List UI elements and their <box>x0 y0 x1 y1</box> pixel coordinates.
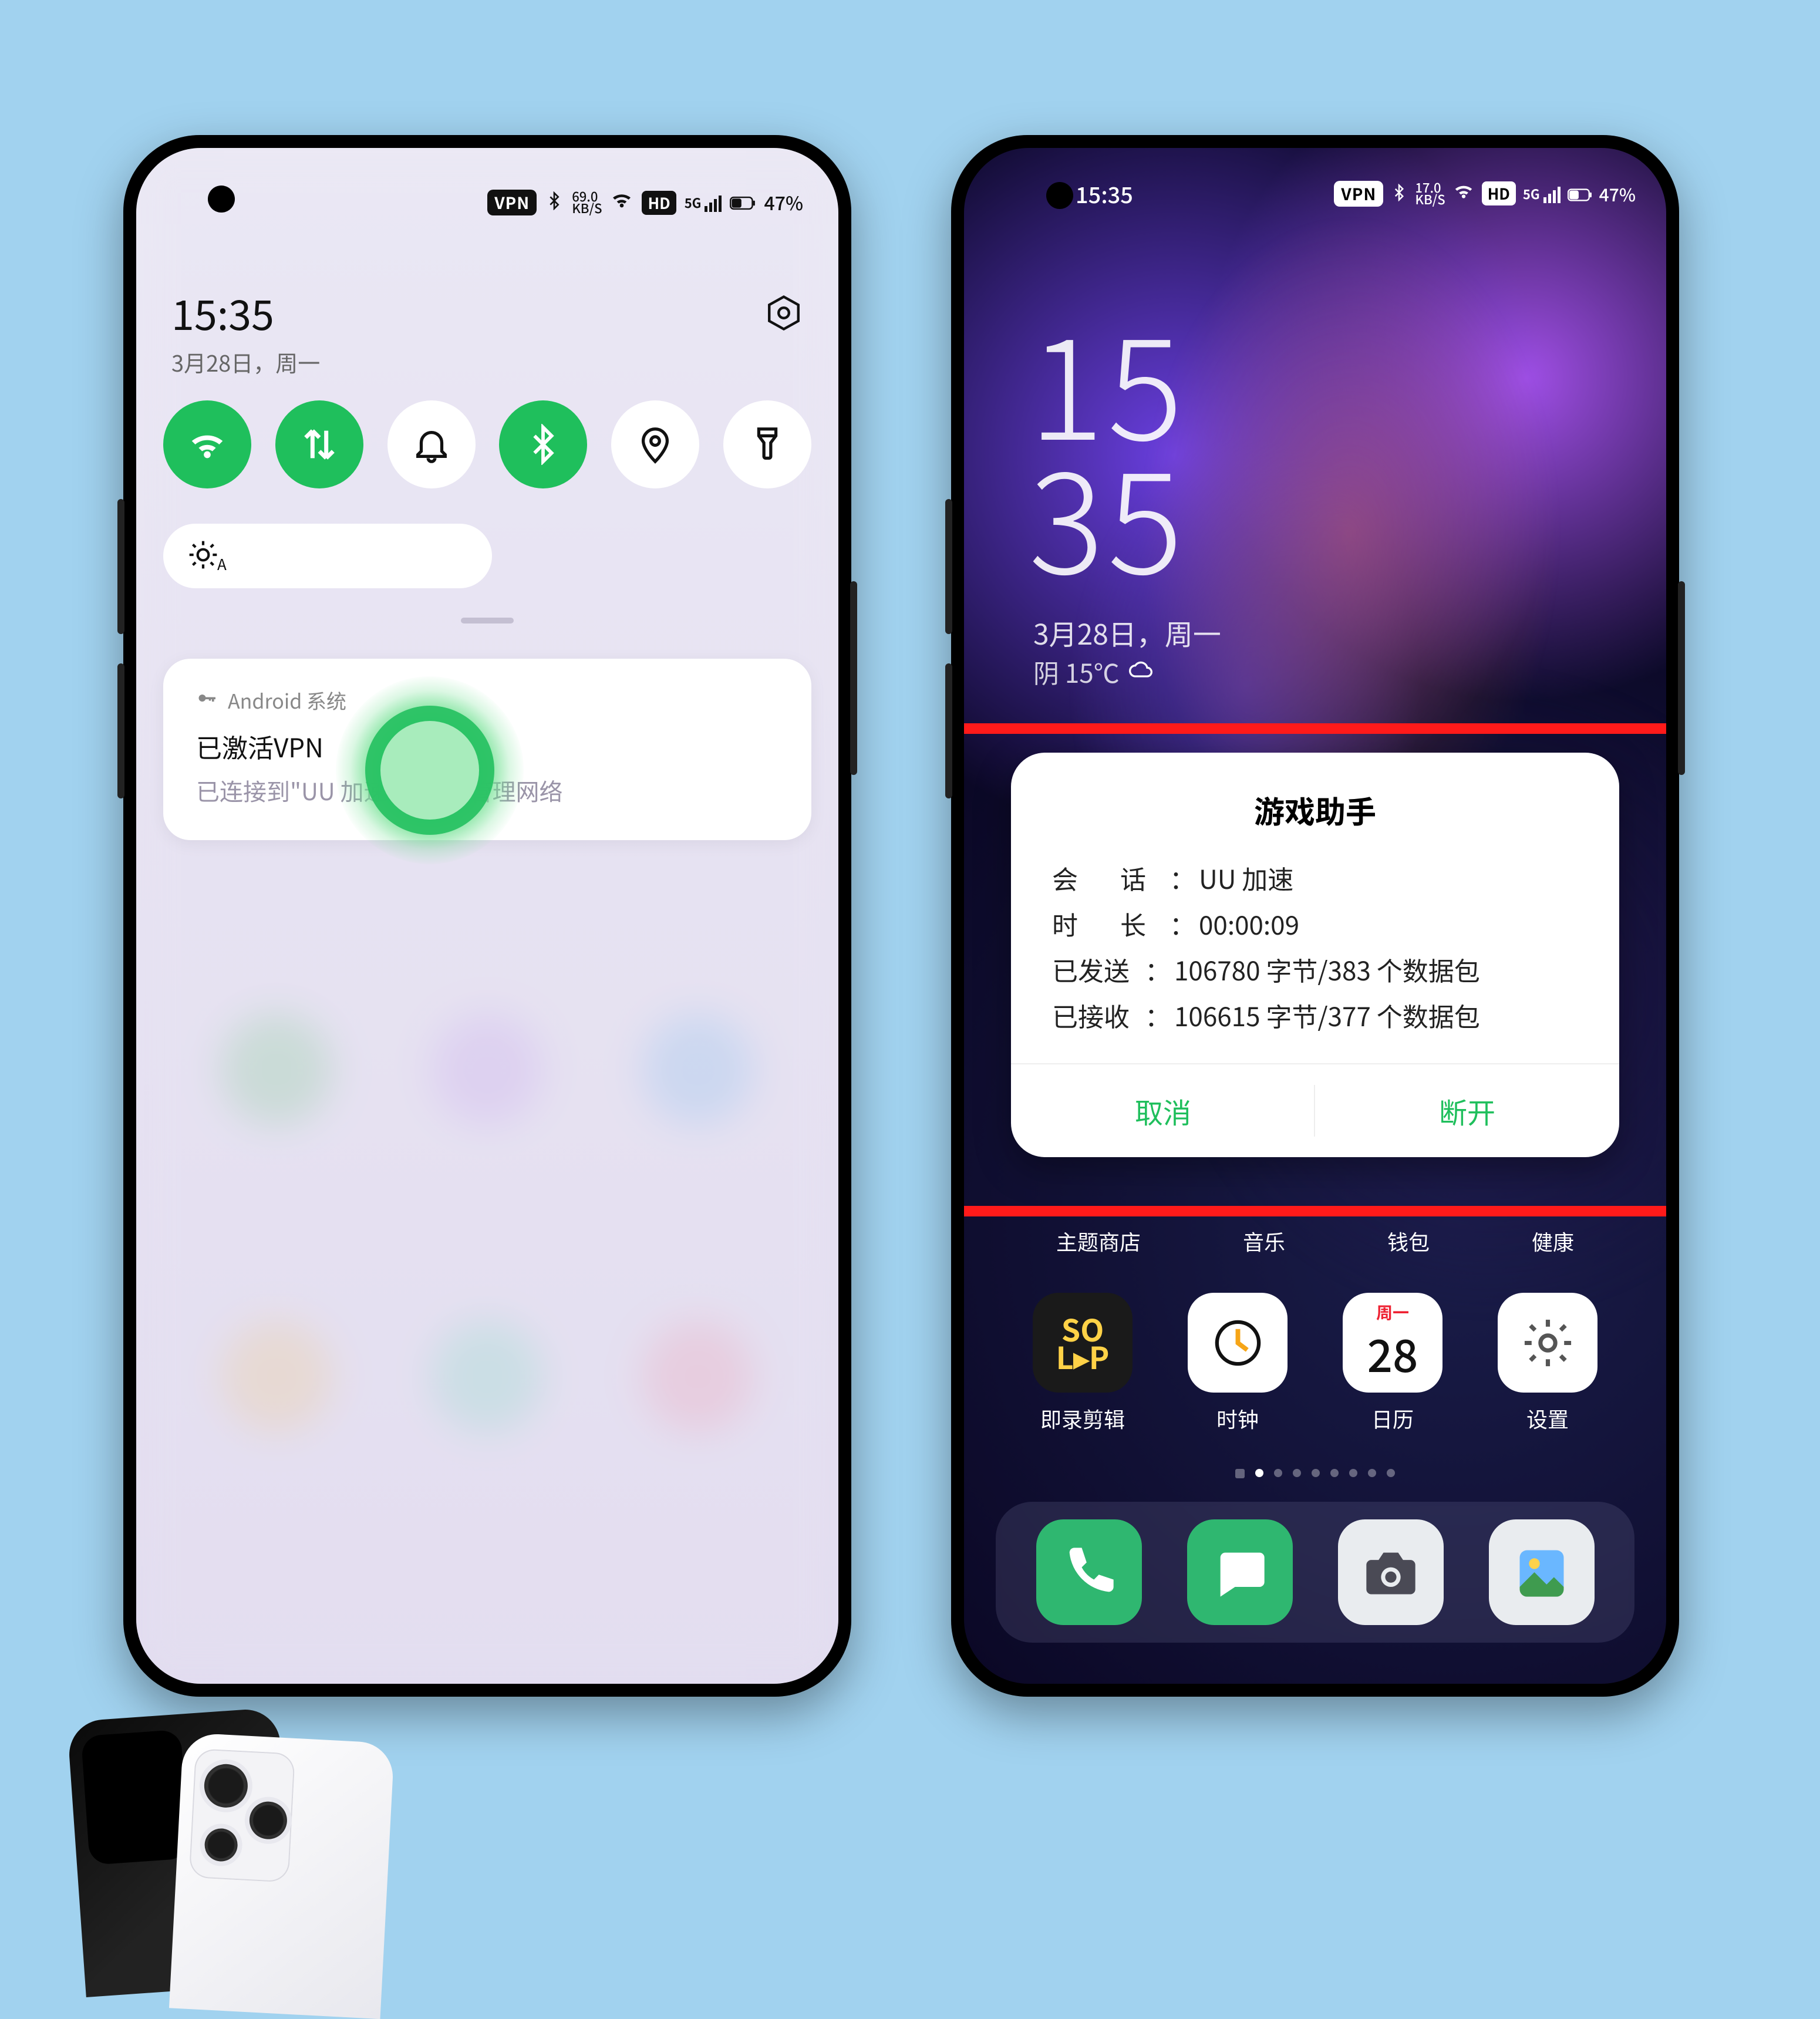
app-calendar[interactable]: 周一28 日历 <box>1337 1293 1448 1434</box>
lock-date: 3月28日，周一 <box>1033 612 1221 653</box>
power-key[interactable] <box>850 581 857 775</box>
vpn-indicator: VPN <box>1334 181 1383 207</box>
notif-body: 已连接到"UU 加速"，点击管理网络 <box>196 773 778 807</box>
qs-dnd[interactable] <box>387 400 476 488</box>
hd-indicator: HD <box>642 191 676 215</box>
app-soloop[interactable]: SOL▸P 即录剪辑 <box>1027 1293 1138 1434</box>
qs-bluetooth[interactable] <box>499 400 587 488</box>
phone-right: 15:35 VPN 17.0KB/S HD 5G 47% 15 35 3月28日… <box>951 135 1679 1697</box>
soloop-icon: SOL▸P <box>1033 1293 1133 1393</box>
network-speed: 17.0KB/S <box>1415 182 1445 205</box>
screen-left: VPN 69.0KB/S HD 5G 47% 15:35 3月28日，周一 <box>136 148 838 1684</box>
app-settings[interactable]: 设置 <box>1492 1293 1603 1434</box>
app-label: 即录剪辑 <box>1040 1403 1125 1434</box>
dock <box>996 1502 1634 1643</box>
notif-source-text: Android 系统 <box>228 686 346 714</box>
dialog-cancel-button[interactable]: 取消 <box>1011 1064 1315 1157</box>
dock-phone[interactable] <box>1036 1519 1142 1625</box>
status-time: 15:35 <box>1076 177 1133 210</box>
shade-header: 15:35 3月28日，周一 <box>171 283 803 378</box>
vpn-notification[interactable]: Android 系统 已激活VPN 已连接到"UU 加速"，点击管理网络 <box>163 659 811 840</box>
phone-left: VPN 69.0KB/S HD 5G 47% 15:35 3月28日，周一 <box>123 135 851 1697</box>
app-label: 设置 <box>1526 1403 1569 1434</box>
punch-hole-camera <box>208 186 235 213</box>
signal-5g: 5G <box>685 193 722 212</box>
qs-location[interactable] <box>611 400 699 488</box>
calendar-icon: 周一28 <box>1343 1293 1442 1393</box>
settings-icon <box>1498 1293 1597 1393</box>
dialog-row-duration: 时 长：00:00:09 <box>1052 905 1578 942</box>
vpn-dialog: 游戏助手 会 话：UU 加速 时 长：00:00:09 已发送：106780 字… <box>1011 753 1619 1157</box>
cloud-icon <box>1128 653 1154 690</box>
dock-camera[interactable] <box>1338 1519 1444 1625</box>
bluetooth-icon <box>545 189 564 216</box>
dialog-disconnect-button[interactable]: 断开 <box>1315 1064 1619 1157</box>
dialog-row-received: 已接收：106615 字节/377 个数据包 <box>1052 996 1578 1034</box>
app-label-wallet: 钱包 <box>1387 1226 1430 1256</box>
app-label-music: 音乐 <box>1243 1226 1285 1256</box>
qs-flashlight[interactable] <box>723 400 811 488</box>
bluetooth-icon <box>1390 181 1408 207</box>
product-hero-phones <box>76 1714 440 1996</box>
shade-clock: 15:35 <box>171 283 320 342</box>
app-label: 日历 <box>1371 1403 1414 1434</box>
dialog-title: 游戏助手 <box>1052 788 1578 832</box>
qs-mobile-data[interactable] <box>275 400 363 488</box>
key-icon <box>196 686 217 714</box>
volume-up-key[interactable] <box>117 499 124 634</box>
notif-source: Android 系统 <box>196 686 778 714</box>
punch-hole-camera <box>1046 182 1073 209</box>
vpn-indicator: VPN <box>487 190 537 215</box>
status-bar: VPN 69.0KB/S HD 5G 47% <box>487 188 803 217</box>
signal-5g: 5G <box>1523 184 1561 203</box>
volume-up-key[interactable] <box>945 499 952 634</box>
hero-phone-white <box>169 1733 395 2019</box>
dialog-row-session: 会 话：UU 加速 <box>1052 859 1578 896</box>
notif-title: 已激活VPN <box>196 727 778 765</box>
quick-settings-row <box>163 400 811 488</box>
app-label: 时钟 <box>1216 1403 1259 1434</box>
status-bar: VPN 17.0KB/S HD 5G 47% <box>1334 180 1636 207</box>
app-label-row-upper: 主题商店 音乐 钱包 健康 <box>964 1226 1666 1256</box>
brightness-icon <box>187 538 220 574</box>
qs-wifi[interactable] <box>163 400 251 488</box>
hd-indicator: HD <box>1482 181 1516 205</box>
battery-icon <box>730 189 756 216</box>
page-indicator[interactable] <box>964 1469 1666 1478</box>
dock-gallery[interactable] <box>1489 1519 1595 1625</box>
app-clock[interactable]: 时钟 <box>1182 1293 1293 1434</box>
auto-brightness-label: A <box>217 553 227 575</box>
shade-date: 3月28日，周一 <box>171 346 320 378</box>
app-row: SOL▸P 即录剪辑 时钟 周一28 日历 设置 <box>964 1293 1666 1434</box>
volume-down-key[interactable] <box>117 663 124 798</box>
wifi-icon <box>1452 180 1475 207</box>
settings-gear-icon[interactable] <box>764 294 803 332</box>
lock-clock: 15 35 <box>1029 312 1187 580</box>
battery-percent: 47% <box>764 189 803 216</box>
clock-icon <box>1188 1293 1288 1393</box>
power-key[interactable] <box>1678 581 1685 775</box>
lock-weather: 阴 15℃ <box>1033 653 1154 690</box>
dock-messages[interactable] <box>1187 1519 1293 1625</box>
battery-percent: 47% <box>1599 181 1636 207</box>
lock-minutes: 35 <box>1029 446 1187 580</box>
battery-icon <box>1568 181 1592 207</box>
network-speed: 69.0KB/S <box>572 191 602 214</box>
app-label-health: 健康 <box>1532 1226 1574 1256</box>
dialog-row-sent: 已发送：106780 字节/383 个数据包 <box>1052 950 1578 988</box>
blurred-home-background <box>136 148 838 1684</box>
shade-drag-handle[interactable] <box>461 618 514 623</box>
wifi-icon <box>610 188 633 217</box>
weather-text: 阴 15℃ <box>1033 653 1120 690</box>
brightness-slider[interactable]: A <box>163 524 492 588</box>
app-label-themestore: 主题商店 <box>1056 1226 1141 1256</box>
volume-down-key[interactable] <box>945 663 952 798</box>
screen-right: 15:35 VPN 17.0KB/S HD 5G 47% 15 35 3月28日… <box>964 148 1666 1684</box>
